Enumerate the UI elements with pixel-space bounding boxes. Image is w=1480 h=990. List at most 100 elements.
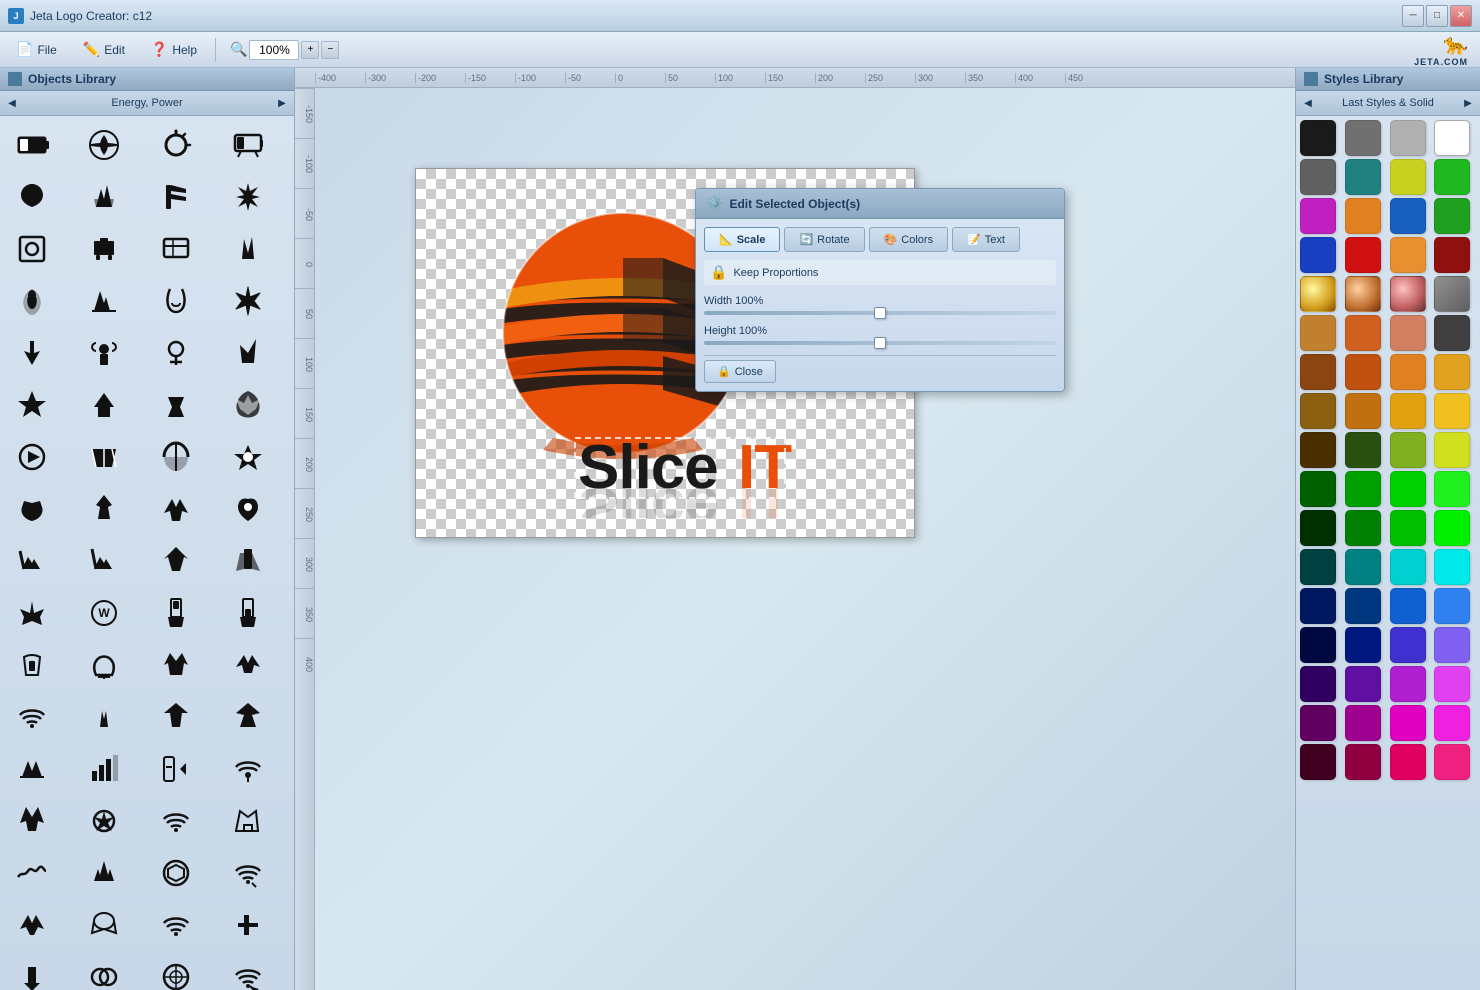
list-item[interactable] xyxy=(220,172,275,222)
list-item[interactable] xyxy=(220,848,275,898)
color-swatch[interactable] xyxy=(1345,276,1381,312)
color-swatch[interactable] xyxy=(1300,354,1336,390)
color-swatch[interactable] xyxy=(1300,276,1336,312)
list-item[interactable] xyxy=(76,172,131,222)
list-item[interactable] xyxy=(220,328,275,378)
color-swatch[interactable] xyxy=(1434,471,1470,507)
list-item[interactable] xyxy=(220,900,275,950)
color-swatch[interactable] xyxy=(1300,549,1336,585)
color-swatch[interactable] xyxy=(1345,705,1381,741)
list-item[interactable] xyxy=(76,224,131,274)
color-swatch[interactable] xyxy=(1345,315,1381,351)
list-item[interactable] xyxy=(4,172,59,222)
color-swatch[interactable] xyxy=(1434,666,1470,702)
list-item[interactable] xyxy=(148,276,203,326)
tab-rotate[interactable]: 🔄 Rotate xyxy=(784,227,864,252)
menu-edit[interactable]: ✏️ Edit xyxy=(71,37,137,62)
list-item[interactable] xyxy=(220,640,275,690)
color-swatch[interactable] xyxy=(1300,198,1336,234)
color-swatch[interactable] xyxy=(1300,510,1336,546)
color-swatch[interactable] xyxy=(1434,237,1470,273)
list-item[interactable] xyxy=(148,848,203,898)
color-swatch[interactable] xyxy=(1390,159,1426,195)
styles-next-button[interactable]: ▶ xyxy=(1456,91,1480,115)
width-slider-thumb[interactable] xyxy=(874,307,886,319)
list-item[interactable] xyxy=(4,276,59,326)
list-item[interactable] xyxy=(76,952,131,990)
list-item[interactable] xyxy=(4,380,59,430)
color-swatch[interactable] xyxy=(1390,588,1426,624)
color-swatch[interactable] xyxy=(1345,627,1381,663)
list-item[interactable] xyxy=(148,120,203,170)
list-item[interactable] xyxy=(4,328,59,378)
tab-colors[interactable]: 🎨 Colors xyxy=(869,227,949,252)
list-item[interactable] xyxy=(76,536,131,586)
color-swatch[interactable] xyxy=(1300,393,1336,429)
list-item[interactable] xyxy=(148,328,203,378)
list-item[interactable] xyxy=(4,744,59,794)
close-button[interactable]: 🔒 Close xyxy=(704,360,776,383)
list-item[interactable] xyxy=(4,536,59,586)
menu-file[interactable]: 📄 File xyxy=(4,37,69,62)
list-item[interactable] xyxy=(148,640,203,690)
color-swatch[interactable] xyxy=(1300,471,1336,507)
color-swatch[interactable] xyxy=(1434,315,1470,351)
list-item[interactable] xyxy=(148,380,203,430)
list-item[interactable] xyxy=(76,432,131,482)
list-item[interactable] xyxy=(4,796,59,846)
list-item[interactable] xyxy=(148,172,203,222)
color-swatch[interactable] xyxy=(1345,198,1381,234)
list-item[interactable] xyxy=(4,432,59,482)
color-swatch[interactable] xyxy=(1300,237,1336,273)
list-item[interactable] xyxy=(148,588,203,638)
color-swatch[interactable] xyxy=(1300,588,1336,624)
list-item[interactable] xyxy=(148,900,203,950)
list-item[interactable] xyxy=(220,120,275,170)
color-swatch[interactable] xyxy=(1390,120,1426,156)
color-swatch[interactable] xyxy=(1434,627,1470,663)
color-swatch[interactable] xyxy=(1390,627,1426,663)
color-swatch[interactable] xyxy=(1390,198,1426,234)
color-swatch[interactable] xyxy=(1300,315,1336,351)
list-item[interactable] xyxy=(148,744,203,794)
list-item[interactable] xyxy=(76,380,131,430)
color-swatch[interactable] xyxy=(1390,744,1426,780)
color-swatch[interactable] xyxy=(1390,471,1426,507)
color-swatch[interactable] xyxy=(1434,354,1470,390)
list-item[interactable] xyxy=(76,900,131,950)
maximize-button[interactable]: □ xyxy=(1426,5,1448,27)
color-swatch[interactable] xyxy=(1434,198,1470,234)
color-swatch[interactable] xyxy=(1300,159,1336,195)
color-swatch[interactable] xyxy=(1345,588,1381,624)
color-swatch[interactable] xyxy=(1345,549,1381,585)
color-swatch[interactable] xyxy=(1390,705,1426,741)
list-item[interactable] xyxy=(76,484,131,534)
color-swatch[interactable] xyxy=(1434,393,1470,429)
color-swatch[interactable] xyxy=(1300,120,1336,156)
color-swatch[interactable] xyxy=(1434,705,1470,741)
list-item[interactable] xyxy=(220,588,275,638)
color-swatch[interactable] xyxy=(1390,393,1426,429)
color-swatch[interactable] xyxy=(1345,510,1381,546)
color-swatch[interactable] xyxy=(1345,120,1381,156)
color-swatch[interactable] xyxy=(1300,666,1336,702)
list-item[interactable] xyxy=(76,120,131,170)
zoom-display[interactable]: 100% xyxy=(249,40,299,60)
color-swatch[interactable] xyxy=(1434,276,1470,312)
height-slider[interactable] xyxy=(704,341,1056,345)
minimize-button[interactable]: ─ xyxy=(1402,5,1424,27)
color-swatch[interactable] xyxy=(1434,432,1470,468)
color-swatch[interactable] xyxy=(1390,276,1426,312)
list-item[interactable] xyxy=(76,640,131,690)
list-item[interactable]: W xyxy=(76,588,131,638)
color-swatch[interactable] xyxy=(1345,393,1381,429)
color-swatch[interactable] xyxy=(1390,354,1426,390)
list-item[interactable] xyxy=(148,432,203,482)
color-swatch[interactable] xyxy=(1390,510,1426,546)
zoom-in-button[interactable]: + xyxy=(301,41,319,59)
list-item[interactable] xyxy=(4,640,59,690)
close-button[interactable]: ✕ xyxy=(1450,5,1472,27)
list-item[interactable] xyxy=(220,432,275,482)
list-item[interactable] xyxy=(220,484,275,534)
list-item[interactable] xyxy=(76,276,131,326)
